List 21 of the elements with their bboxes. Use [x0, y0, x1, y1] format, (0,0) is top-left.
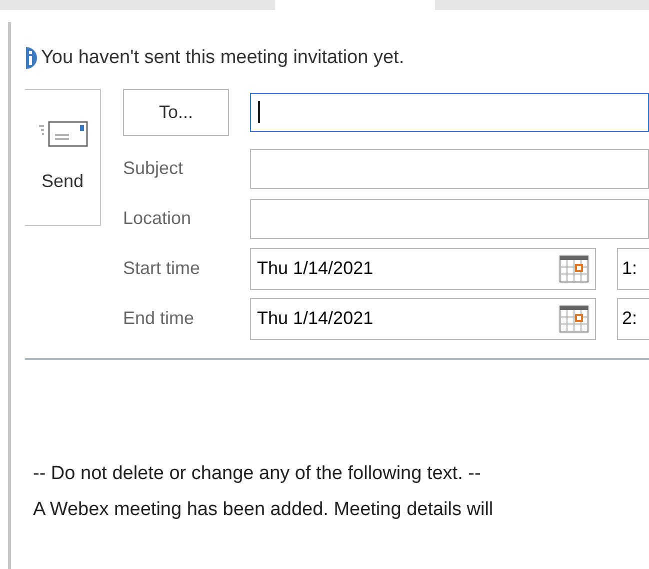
text-cursor — [258, 101, 260, 123]
body-text: -- Do not delete or change any of the following text. -- — [33, 462, 482, 486]
info-icon — [26, 47, 37, 70]
send-button[interactable]: Send — [25, 88, 101, 226]
time-field[interactable]: 2: — [617, 298, 649, 340]
field-label: Start time — [123, 257, 202, 280]
date-field[interactable]: Thu 1/14/2021 — [250, 248, 596, 290]
time-field[interactable]: 1: — [617, 248, 649, 290]
text-field[interactable] — [250, 198, 649, 238]
field-label: End time — [123, 307, 196, 330]
text-field[interactable] — [250, 148, 649, 188]
field-label: Location — [123, 207, 192, 230]
date-field[interactable]: Thu 1/14/2021 — [250, 298, 596, 340]
envelope-icon — [38, 120, 88, 148]
body-text: A Webex meeting has been added. Meeting details will — [33, 498, 494, 522]
field-label: Subject — [123, 157, 184, 180]
to-button[interactable]: To... — [123, 88, 229, 136]
to-field[interactable] — [250, 92, 649, 132]
calendar-icon[interactable] — [559, 254, 589, 282]
info-message: You haven't sent this meeting invitation yet. — [41, 46, 404, 70]
calendar-icon[interactable] — [559, 304, 589, 332]
